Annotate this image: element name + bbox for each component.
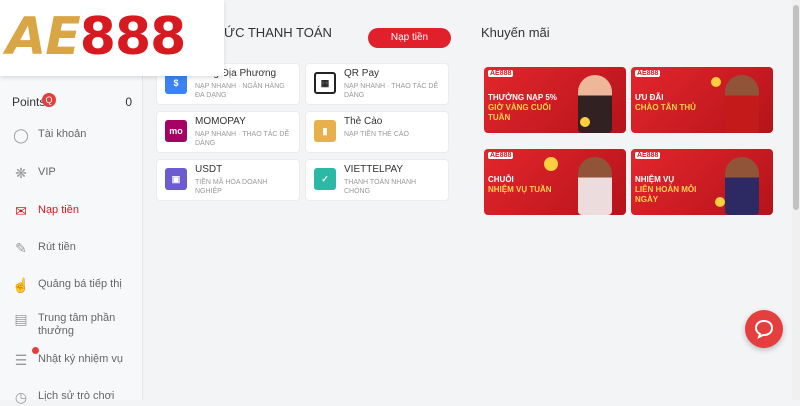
promo-banner[interactable]: AE888 ƯU ĐÃI CHÀO TÂN THỦ (631, 67, 773, 133)
method-card-momo[interactable]: mo MOMOPAY Nạp nhanh · Thao tác dễ dàng (156, 111, 300, 153)
sidebar-item-label: Rút tiền (38, 241, 76, 253)
method-desc: Nạp nhanh · Ngân hàng đa dạng (195, 83, 285, 99)
history-icon: ◷ (14, 389, 28, 405)
withdraw-icon: ✎ (15, 240, 27, 256)
promo-logo: AE888 (635, 152, 661, 159)
method-name: Thẻ Cào (344, 116, 383, 127)
promo-line2: CHÀO TÂN THỦ (635, 103, 696, 112)
chat-button[interactable] (745, 310, 783, 348)
promotions-title: Khuyến mãi (481, 25, 550, 40)
coin-icon (580, 117, 590, 127)
deposit-icon: ✉ (15, 203, 27, 219)
payment-title: ỨC THANH TOÁN (224, 25, 332, 40)
coin-icon (715, 197, 725, 207)
sidebar-item-label: Nạp tiền (38, 204, 79, 216)
method-desc: Nạp tiền thẻ cào (344, 131, 409, 138)
points-label: Points (12, 95, 46, 109)
points-badge[interactable]: Q (42, 93, 56, 107)
vip-icon: ❋ (15, 165, 27, 181)
promo-line1: ƯU ĐÃI (635, 93, 664, 102)
promo-figure (578, 157, 612, 215)
sidebar-item-label: Quảng bá tiếp thị (38, 278, 122, 290)
sidebar-item-label: Lịch sử trò chơi (38, 390, 115, 402)
crypto-card-icon: ▣ (165, 168, 187, 190)
logo[interactable]: AE888 (0, 0, 224, 76)
promo-line2: NHIỆM VỤ TUẦN (488, 185, 552, 194)
notification-dot (32, 347, 39, 354)
sidebar-item-label: Nhật ký nhiệm vụ (38, 353, 123, 365)
qr-code-icon: ▦ (314, 72, 336, 94)
promo-banner[interactable]: AE888 NHIỆM VỤ LIÊN HOÀN MỖI NGÀY (631, 149, 773, 215)
promo-logo: AE888 (635, 70, 661, 77)
method-name: QR Pay (344, 68, 380, 79)
method-name: VIETTELPAY (344, 164, 404, 175)
method-name: USDT (195, 164, 223, 175)
sidebar-item-label: Tài khoản (38, 128, 87, 140)
method-desc: Nạp nhanh · Thao tác dễ dàng (344, 83, 439, 99)
promo-logo: AE888 (488, 152, 514, 159)
sidebar-item-label: Trung tâm phần thưởng (38, 312, 116, 337)
promo-logo: AE888 (488, 70, 514, 77)
promo-line1: THƯỞNG NẠP 5% (488, 93, 557, 102)
method-desc: Tiền mã hóa doanh nghiệp (195, 179, 268, 195)
user-icon: ◯ (13, 127, 29, 143)
promo-figure (725, 157, 759, 215)
method-card-viettel[interactable]: ✓ VIETTELPAY Thanh toán nhanh chóng (305, 159, 449, 201)
momo-icon: mo (165, 120, 187, 142)
wallet-icon: ✓ (314, 168, 336, 190)
method-card-usdt[interactable]: ▣ USDT Tiền mã hóa doanh nghiệp (156, 159, 300, 201)
scrollbar-thumb[interactable] (793, 5, 799, 210)
logo-888: 888 (79, 7, 187, 67)
promo-figure (725, 75, 759, 133)
promo-banner[interactable]: AE888 CHUỖI NHIỆM VỤ TUẦN (484, 149, 626, 215)
promo-banner[interactable]: AE888 THƯỞNG NẠP 5% GIỜ VÀNG CUỐI TUẦN (484, 67, 626, 133)
method-card-card[interactable]: ▮ Thẻ Cào Nạp tiền thẻ cào (305, 111, 449, 153)
method-name: MOMOPAY (195, 116, 246, 127)
logo-ae: AE (6, 7, 81, 67)
promo-line2: LIÊN HOÀN MỖI NGÀY (635, 185, 697, 204)
scratch-card-icon: ▮ (314, 120, 336, 142)
promo-line2: GIỜ VÀNG CUỐI TUẦN (488, 103, 551, 122)
sidebar-item-label: VIP (38, 166, 56, 178)
coin-icon (711, 77, 721, 87)
method-card-qr[interactable]: ▦ QR Pay Nạp nhanh · Thao tác dễ dàng (305, 63, 449, 105)
promote-icon: ☝ (12, 277, 30, 293)
promo-line1: CHUỖI (488, 175, 514, 184)
promo-line1: NHIỆM VỤ (635, 175, 675, 184)
points-value: 0 (125, 95, 132, 109)
gift-icon: ▤ (14, 311, 28, 327)
method-desc: Nạp nhanh · Thao tác dễ dàng (195, 131, 290, 147)
deposit-button[interactable]: Nạp tiền (368, 28, 451, 48)
task-log-icon: ☰ (14, 352, 28, 368)
scrollbar[interactable] (792, 0, 800, 400)
trophy-icon (544, 157, 558, 171)
points-row: Points Q 0 (12, 92, 134, 112)
chat-icon (754, 319, 774, 339)
method-desc: Thanh toán nhanh chóng (344, 179, 417, 195)
